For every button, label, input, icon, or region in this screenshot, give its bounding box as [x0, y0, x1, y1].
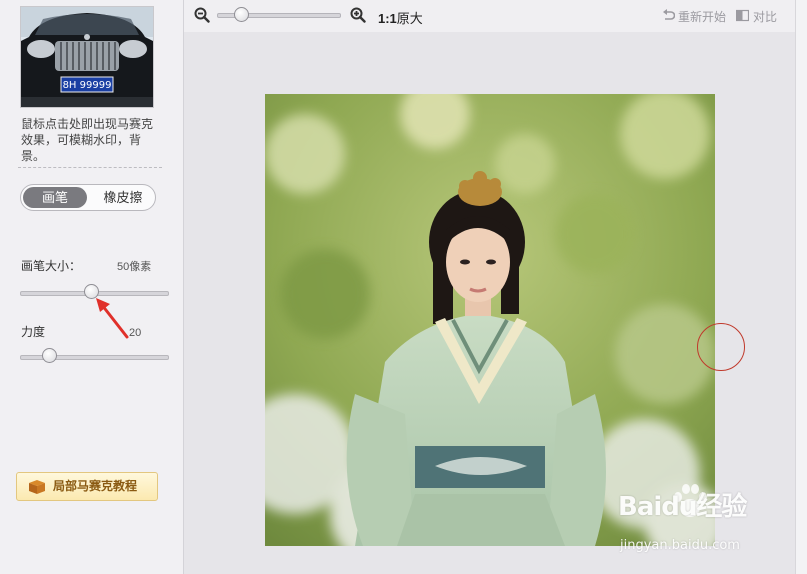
mosaic-tutorial-button[interactable]: 局部马赛克教程: [16, 472, 158, 501]
instruction-text: 鼠标点击处即出现马赛克效果，可模糊水印，背景。: [21, 117, 154, 163]
ratio-label: 1:1: [378, 11, 397, 26]
zoom-in-icon[interactable]: [350, 7, 366, 23]
annotation-arrow-icon: [96, 298, 129, 339]
original-size-label: 原大: [396, 11, 423, 26]
eraser-mode-button[interactable]: 橡皮擦: [91, 187, 155, 208]
car-image: 8H 99999: [21, 7, 153, 107]
divider: [18, 167, 162, 168]
woman-photo: [265, 94, 715, 546]
restart-label: 重新开始: [678, 10, 727, 24]
zoom-out-icon[interactable]: [194, 7, 210, 23]
undo-icon: [663, 9, 675, 20]
zoom-slider-handle[interactable]: [234, 7, 250, 22]
compare-label: 对比: [753, 10, 778, 24]
preview-thumbnail[interactable]: 8H 99999: [20, 6, 154, 108]
compare-icon: [736, 9, 749, 22]
brush-size-value: 50像素: [117, 261, 152, 273]
strength-label: 力度: [21, 325, 46, 339]
tutorial-button-label: 局部马赛克教程: [53, 479, 138, 493]
strength-value: 20: [129, 327, 142, 339]
brush-size-label: 画笔大小：: [21, 259, 82, 273]
mode-toggle: 画笔 橡皮擦: [20, 184, 156, 211]
photo-image[interactable]: [265, 94, 715, 546]
strength-slider-handle[interactable]: [42, 348, 58, 363]
restart-button[interactable]: 重新开始: [662, 8, 726, 25]
actual-size-button[interactable]: 1:1原大: [378, 8, 423, 27]
vertical-scrollbar[interactable]: [795, 0, 807, 574]
left-panel: 8H 99999 鼠标点击处即出现马赛克效果，可模糊水印，背景。 画笔 橡皮擦 …: [0, 0, 184, 574]
plate-text: 8H 99999: [63, 80, 112, 91]
toolbar: 1:1原大 重新开始 对比: [184, 0, 807, 32]
compare-button[interactable]: 对比: [736, 8, 777, 25]
brush-mode-button[interactable]: 画笔: [23, 187, 87, 208]
box-icon: [29, 480, 45, 494]
